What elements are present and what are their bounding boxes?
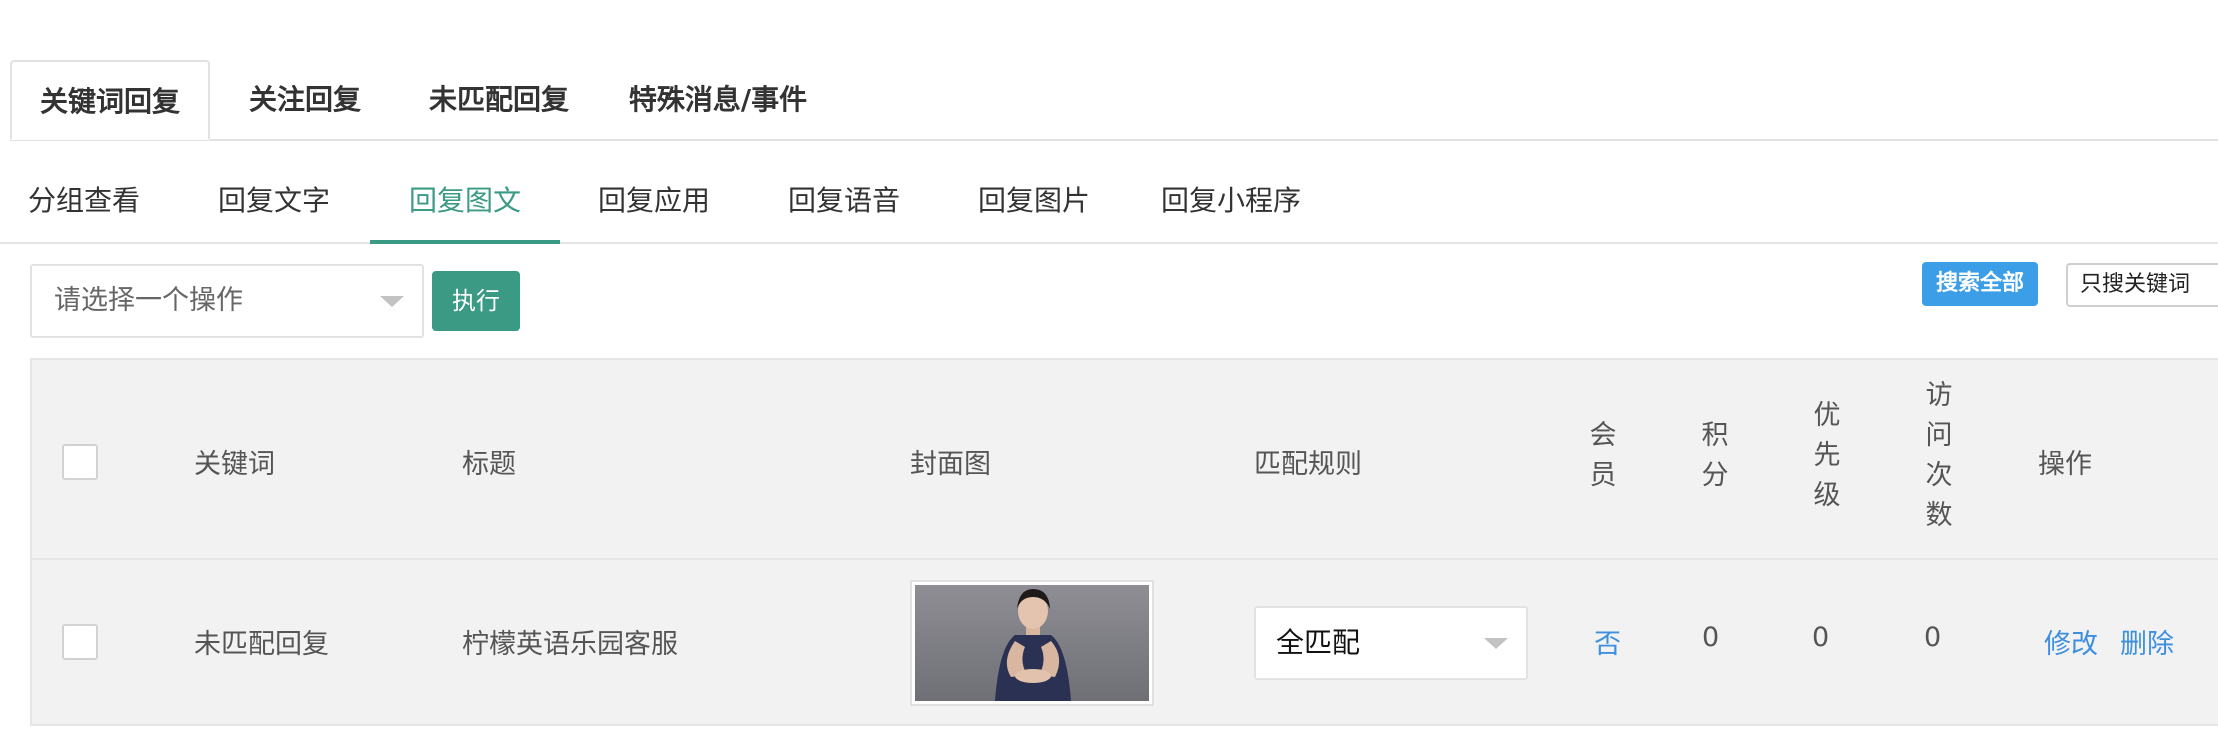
search-keyword-only-button[interactable]: 只搜关键词 <box>2066 263 2218 307</box>
tab-follow-reply[interactable]: 关注回复 <box>222 60 388 140</box>
header-title: 标题 <box>462 449 516 480</box>
subtab-reply-miniprogram[interactable]: 回复小程序 <box>1156 160 1306 242</box>
chevron-down-icon <box>1484 638 1508 649</box>
sub-tab-divider <box>0 242 2218 244</box>
header-keyword: 关键词 <box>194 449 275 480</box>
subtab-reply-image[interactable]: 回复图片 <box>972 160 1096 242</box>
chevron-down-icon <box>380 296 404 307</box>
reply-table: 关键词 标题 封面图 匹配规则 会员 积分 优先级 访问次数 操作 未匹配回复 … <box>30 358 2218 728</box>
row-visits: 0 <box>1924 622 1942 653</box>
row-checkbox[interactable] <box>62 624 98 660</box>
select-all-checkbox[interactable] <box>62 444 98 480</box>
tab-unmatched-reply[interactable]: 未匹配回复 <box>414 60 584 140</box>
row-keyword: 未匹配回复 <box>194 629 329 660</box>
tab-keyword-reply[interactable]: 关键词回复 <box>10 60 210 140</box>
header-member: 会员 <box>1589 420 1617 491</box>
table-row: 未匹配回复 柠檬英语乐园客服 全匹配 否 0 0 0 修改 删除 <box>30 558 2218 726</box>
header-cover: 封面图 <box>910 449 991 480</box>
match-rule-select[interactable]: 全匹配 <box>1254 606 1528 680</box>
subtab-reply-news[interactable]: 回复图文 <box>370 160 560 244</box>
subtab-reply-app[interactable]: 回复应用 <box>592 160 716 242</box>
match-rule-value: 全匹配 <box>1276 626 1361 659</box>
header-points: 积分 <box>1701 420 1729 491</box>
row-points: 0 <box>1702 622 1720 653</box>
table-header: 关键词 标题 封面图 匹配规则 会员 积分 优先级 访问次数 操作 <box>30 358 2218 558</box>
portrait-photo-icon <box>915 585 1149 701</box>
tab-special-events[interactable]: 特殊消息/事件 <box>618 60 818 140</box>
header-visits: 访问次数 <box>1925 380 1953 531</box>
bulk-operation-placeholder: 请选择一个操作 <box>54 285 243 316</box>
top-tab-bar: 关键词回复 关注回复 未匹配回复 特殊消息/事件 <box>0 0 2218 141</box>
search-all-button[interactable]: 搜索全部 <box>1922 262 2038 306</box>
row-member-toggle[interactable]: 否 <box>1594 622 1621 661</box>
delete-link[interactable]: 删除 <box>2120 622 2174 661</box>
row-title: 柠檬英语乐园客服 <box>462 629 678 660</box>
header-actions: 操作 <box>2038 449 2092 480</box>
cover-image[interactable] <box>910 580 1154 706</box>
execute-button[interactable]: 执行 <box>432 271 520 331</box>
subtab-reply-text[interactable]: 回复文字 <box>212 160 336 242</box>
edit-link[interactable]: 修改 <box>2044 622 2098 661</box>
sub-tab-bar: 分组查看 回复文字 回复图文 回复应用 回复语音 回复图片 回复小程序 <box>0 160 2218 244</box>
header-priority: 优先级 <box>1813 400 1841 511</box>
subtab-group-view[interactable]: 分组查看 <box>22 160 146 242</box>
header-match-rule: 匹配规则 <box>1254 449 1362 480</box>
row-priority: 0 <box>1812 622 1830 653</box>
bulk-operation-select[interactable]: 请选择一个操作 <box>30 264 424 338</box>
subtab-reply-voice[interactable]: 回复语音 <box>782 160 906 242</box>
